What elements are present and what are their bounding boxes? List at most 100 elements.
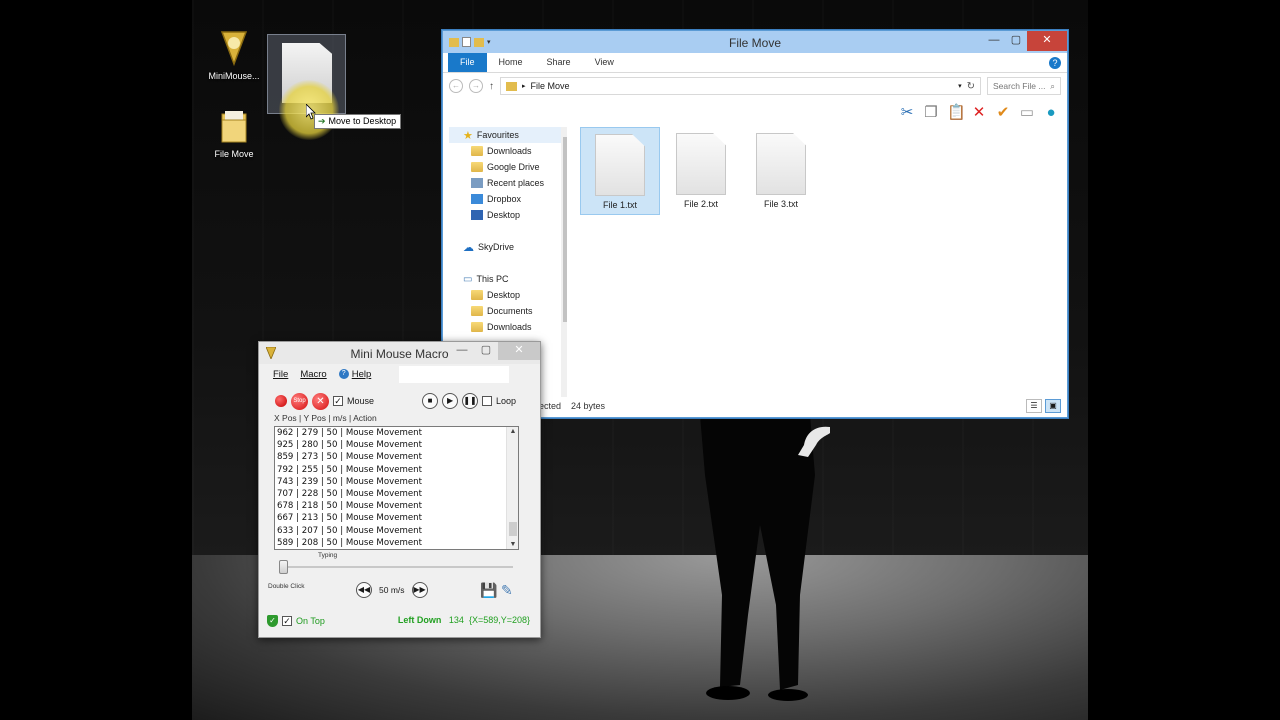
nav-favourites[interactable]: ★ Favourites [449, 127, 567, 143]
desktop-icon [471, 210, 483, 220]
computer-icon: ▭ [463, 273, 473, 285]
globe-icon[interactable]: ● [1043, 104, 1059, 121]
delete-icon[interactable]: ✕ [971, 103, 987, 121]
loop-checkbox[interactable] [482, 396, 493, 406]
nav-item-pc-downloads[interactable]: Downloads [449, 319, 567, 335]
nav-item-recent-places[interactable]: Recent places [449, 175, 567, 191]
nav-label: Dropbox [487, 194, 522, 204]
checkmark-icon[interactable]: ✔ [995, 103, 1011, 121]
paste-icon[interactable]: 📋 [947, 103, 966, 121]
close-button[interactable]: ✕ [498, 342, 540, 360]
explorer-titlebar[interactable]: ▾ File Move — ▢ ✕ [443, 31, 1067, 53]
stop-button[interactable]: ■ [422, 393, 439, 409]
help-icon[interactable]: ? [1049, 57, 1061, 69]
list-item[interactable]: 678 | 218 | 50 | Mouse Movement [275, 500, 518, 512]
file-item[interactable]: File 1.txt [580, 127, 660, 215]
tab-file[interactable]: File [448, 53, 487, 72]
file-item[interactable]: File 3.txt [741, 127, 821, 215]
nav-item-dropbox[interactable]: Dropbox [449, 191, 567, 207]
nav-item-desktop[interactable]: Desktop [449, 207, 567, 223]
record-button[interactable] [275, 395, 287, 407]
tab-share[interactable]: Share [535, 53, 583, 72]
nav-item-pc-documents[interactable]: Documents [449, 303, 567, 319]
list-item[interactable]: 962 | 279 | 50 | Mouse Movement [275, 427, 518, 439]
nav-label: Recent places [487, 178, 545, 188]
copy-icon[interactable]: ❐ [923, 103, 939, 121]
menu-help[interactable]: ? Help [338, 369, 371, 380]
macro-titlebar[interactable]: Mini Mouse Macro — ▢ ✕ [259, 342, 540, 364]
nav-label: Favourites [476, 130, 519, 140]
double-click-label: Double Click [268, 583, 305, 590]
minimize-button[interactable]: — [983, 31, 1005, 51]
rewind-button[interactable]: ◀◀ [356, 582, 372, 598]
list-item[interactable]: 859 | 273 | 50 | Mouse Movement [275, 451, 518, 463]
log-scrollbar[interactable]: ▲ ▼ [506, 427, 518, 549]
up-arrow-icon[interactable]: ↑ [489, 81, 494, 92]
macro-toolbar: Stop ✕ ✓ Mouse ■ ▶ ❚❚ Loop [259, 390, 540, 412]
help-icon: ? [338, 369, 349, 379]
minimize-button[interactable]: — [450, 342, 474, 360]
nav-scrollbar[interactable] [561, 127, 567, 397]
macro-menubar: File Macro ? Help [259, 364, 540, 384]
close-button[interactable]: ✕ [1027, 31, 1067, 51]
nav-label: Desktop [487, 210, 521, 220]
large-icons-view-icon[interactable]: ▣ [1045, 399, 1061, 413]
loop-label: Loop [496, 396, 517, 406]
list-item[interactable]: 667 | 213 | 50 | Mouse Movement [275, 512, 518, 524]
nav-label: Downloads [487, 146, 532, 156]
nav-label: Documents [487, 306, 533, 316]
mouse-checkbox[interactable]: ✓ [333, 396, 343, 406]
text-file-icon [676, 133, 726, 195]
cut-icon[interactable]: ✂ [899, 103, 915, 121]
explorer-toolbar: ✂ ❐ 📋 ✕ ✔ ▭ ● [443, 99, 1067, 125]
on-top-checkbox[interactable]: ✓ [282, 616, 292, 626]
chevron-down-icon[interactable]: ▾ [958, 82, 962, 90]
clear-button[interactable]: ✕ [312, 392, 329, 410]
speed-slider-thumb[interactable] [279, 560, 288, 574]
maximize-button[interactable]: ▢ [1005, 31, 1027, 51]
save-icon[interactable]: 💾 [480, 582, 497, 599]
menu-macro[interactable]: Macro [300, 369, 326, 380]
desktop-icon-minimouse[interactable]: MiniMouse... [199, 30, 269, 81]
search-input[interactable]: Search File ... ⌕ [987, 77, 1061, 95]
speed-slider-track[interactable] [281, 566, 513, 568]
desktop-icon-file-move[interactable]: File Move [199, 108, 269, 159]
play-button[interactable]: ▶ [442, 393, 459, 409]
list-item[interactable]: 707 | 228 | 50 | Mouse Movement [275, 488, 518, 500]
nav-skydrive[interactable]: ☁ SkyDrive [449, 239, 567, 255]
clean-icon[interactable]: ✎ [501, 582, 513, 599]
file-list: File 1.txt File 2.txt File 3.txt [573, 127, 1063, 397]
nav-label: SkyDrive [478, 242, 515, 252]
rename-icon[interactable]: ▭ [1019, 103, 1035, 121]
macro-log-list[interactable]: 962 | 279 | 50 | Mouse Movement 925 | 28… [274, 426, 519, 550]
list-item[interactable]: 743 | 239 | 50 | Mouse Movement [275, 476, 518, 488]
nav-item-pc-desktop[interactable]: Desktop [449, 287, 567, 303]
list-item[interactable]: 633 | 207 | 50 | Mouse Movement [275, 525, 518, 537]
file-item[interactable]: File 2.txt [661, 127, 741, 215]
tab-home[interactable]: Home [487, 53, 535, 72]
stop-record-button[interactable]: Stop [291, 392, 308, 410]
nav-item-google-drive[interactable]: Google Drive [449, 159, 567, 175]
chevron-up-icon[interactable]: ▲ [507, 428, 518, 435]
list-item[interactable]: 792 | 255 | 50 | Mouse Movement [275, 464, 518, 476]
nav-item-downloads[interactable]: Downloads [449, 143, 567, 159]
nav-this-pc[interactable]: ▭ This PC [449, 271, 567, 287]
downloads-folder-icon [471, 146, 483, 156]
tab-view[interactable]: View [583, 53, 626, 72]
list-item[interactable]: 925 | 280 | 50 | Mouse Movement [275, 439, 518, 451]
address-row: ← → ↑ ▸ File Move ▾ ↻ Search File ... ⌕ [443, 73, 1067, 99]
refresh-icon[interactable]: ↻ [967, 81, 975, 92]
chevron-down-icon[interactable]: ▼ [507, 541, 518, 548]
address-bar[interactable]: ▸ File Move ▾ ↻ [500, 77, 981, 95]
pause-button[interactable]: ❚❚ [462, 393, 479, 409]
maximize-button[interactable]: ▢ [474, 342, 498, 360]
menu-file[interactable]: File [273, 369, 288, 380]
list-item[interactable]: 589 | 208 | 50 | Mouse Movement [275, 537, 518, 549]
details-view-icon[interactable]: ☰ [1026, 399, 1042, 413]
log-columns-header: X Pos | Y Pos | m/s | Action [274, 413, 377, 423]
file-name: File 1.txt [602, 200, 637, 210]
file-name: File 3.txt [763, 199, 798, 209]
fast-forward-button[interactable]: ▶▶ [411, 582, 428, 598]
back-button[interactable]: ← [449, 79, 463, 93]
forward-button[interactable]: → [469, 79, 483, 93]
